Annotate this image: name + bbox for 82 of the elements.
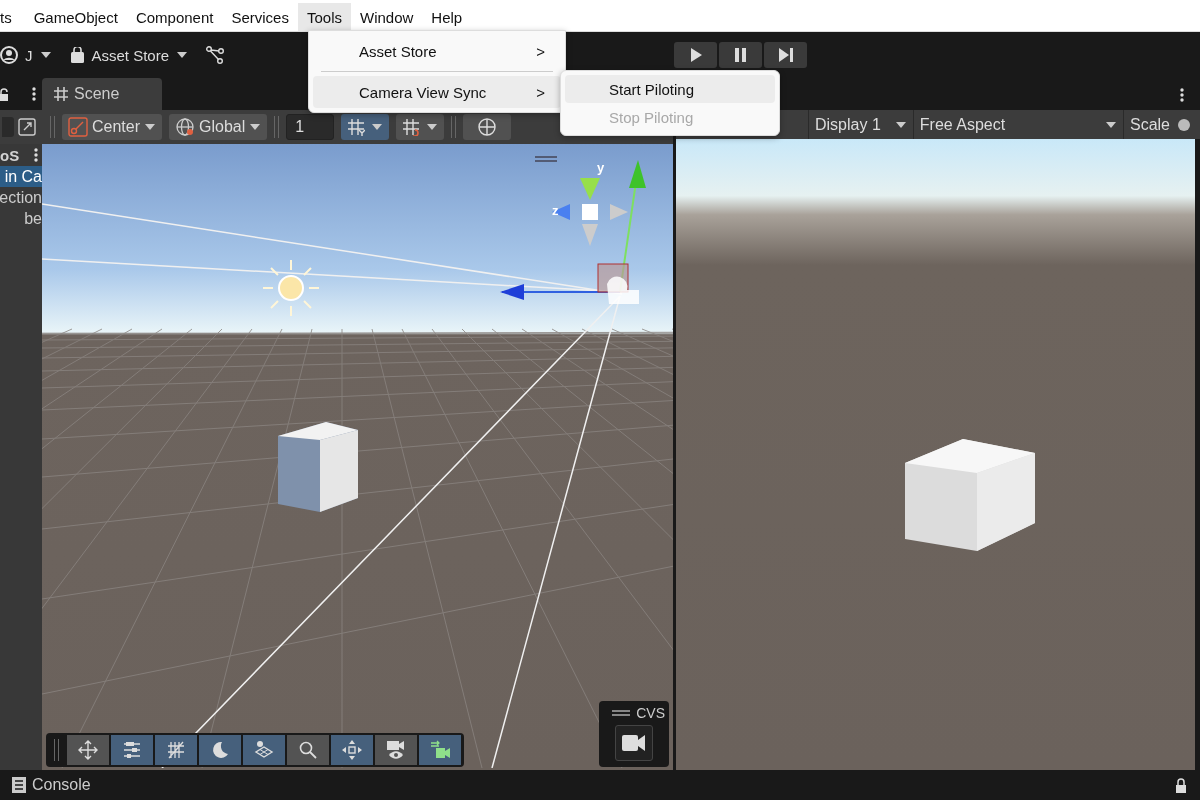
lock-icon[interactable] <box>1176 777 1186 793</box>
space-dropdown[interactable]: Global <box>169 114 268 140</box>
pivot-icon <box>68 117 88 137</box>
grid-icon <box>347 118 366 136</box>
globe-icon <box>477 117 498 137</box>
pivot-icon <box>342 740 362 760</box>
increment-snap-button[interactable] <box>396 114 445 140</box>
overlay-button[interactable] <box>287 735 329 765</box>
hierarchy-item[interactable]: ection <box>0 187 42 208</box>
expand-icon[interactable] <box>18 118 36 136</box>
search-icon <box>298 740 318 760</box>
pivot-dropdown[interactable]: Center <box>62 114 163 140</box>
menu-item[interactable]: ts <box>0 3 21 31</box>
overlay-button[interactable] <box>111 735 153 765</box>
play-button[interactable] <box>674 42 717 68</box>
camera-sync-icon <box>430 740 450 760</box>
more-icon[interactable] <box>1180 88 1184 102</box>
overlay-button[interactable] <box>419 735 461 765</box>
drag-handle-icon[interactable] <box>612 709 631 717</box>
menu-item[interactable]: Services <box>222 3 298 31</box>
overlay-button[interactable] <box>243 735 285 765</box>
drag-handle-icon[interactable] <box>534 156 558 162</box>
lock-icon[interactable] <box>0 87 8 101</box>
sliders-icon <box>122 740 142 760</box>
menu-item[interactable]: Camera View Sync > <box>313 76 561 108</box>
overlay-button[interactable] <box>155 735 197 765</box>
more-icon[interactable] <box>34 148 38 162</box>
axis-label: z <box>552 203 559 218</box>
caret-icon <box>371 123 384 131</box>
user-icon <box>0 46 18 64</box>
camera-button[interactable] <box>615 725 653 761</box>
menu-item[interactable]: Component <box>126 3 223 31</box>
play-icon <box>689 48 702 62</box>
grid-icon <box>166 740 186 760</box>
overlay-button[interactable] <box>375 735 417 765</box>
caret-icon <box>426 123 439 131</box>
menu-item[interactable]: Help <box>422 3 472 31</box>
more-icon[interactable] <box>32 87 36 101</box>
grid-icon <box>402 118 421 136</box>
camera-eye-icon <box>386 740 406 760</box>
hierarchy-item[interactable]: in Ca <box>0 166 42 187</box>
slider-thumb[interactable] <box>1178 118 1190 131</box>
caret-icon <box>894 120 907 129</box>
view-button[interactable] <box>463 114 512 140</box>
scene-name: oS <box>0 146 20 164</box>
scale-label: Scale <box>1129 115 1170 134</box>
move-icon <box>78 740 98 760</box>
sun-icon <box>262 259 320 317</box>
camera-icon <box>622 733 646 753</box>
overlay-title: CVS <box>636 705 665 721</box>
caret-icon <box>39 51 52 59</box>
overlay-button[interactable] <box>331 735 373 765</box>
step-button[interactable] <box>764 42 807 68</box>
pause-button[interactable] <box>719 42 762 68</box>
step-icon <box>778 48 793 62</box>
scene-viewport[interactable]: y z CVS <box>42 144 673 770</box>
globe-icon <box>175 117 196 137</box>
moon-icon <box>210 740 230 760</box>
menu-item[interactable]: Tools <box>297 3 351 31</box>
menu-item[interactable]: GameObject <box>24 3 127 31</box>
axis-label: y <box>597 160 605 175</box>
grid-size-field[interactable]: 1 <box>286 114 335 140</box>
hierarchy-item[interactable]: be <box>0 208 42 229</box>
scene-tab[interactable]: Scene <box>42 78 162 110</box>
caret-icon <box>1104 120 1117 129</box>
menu-item[interactable]: Window <box>351 3 423 31</box>
menu-item[interactable]: Start Piloting <box>565 75 775 103</box>
console-icon <box>12 777 26 793</box>
caret-icon <box>249 123 262 131</box>
console-tab[interactable]: Console <box>32 776 91 794</box>
menu-item[interactable]: Asset Store > <box>313 35 561 67</box>
graph-icon[interactable] <box>206 46 225 64</box>
hash-icon <box>54 87 68 101</box>
asset-store-button[interactable]: Asset Store <box>69 46 189 64</box>
layers-icon <box>254 740 274 760</box>
grid-snapping-button[interactable] <box>341 114 390 140</box>
account-button[interactable]: J <box>0 46 52 64</box>
overlay-button[interactable] <box>199 735 241 765</box>
pause-icon <box>735 48 746 62</box>
overlay-button[interactable] <box>67 735 109 765</box>
caret-icon <box>176 51 189 59</box>
caret-icon <box>144 123 157 131</box>
